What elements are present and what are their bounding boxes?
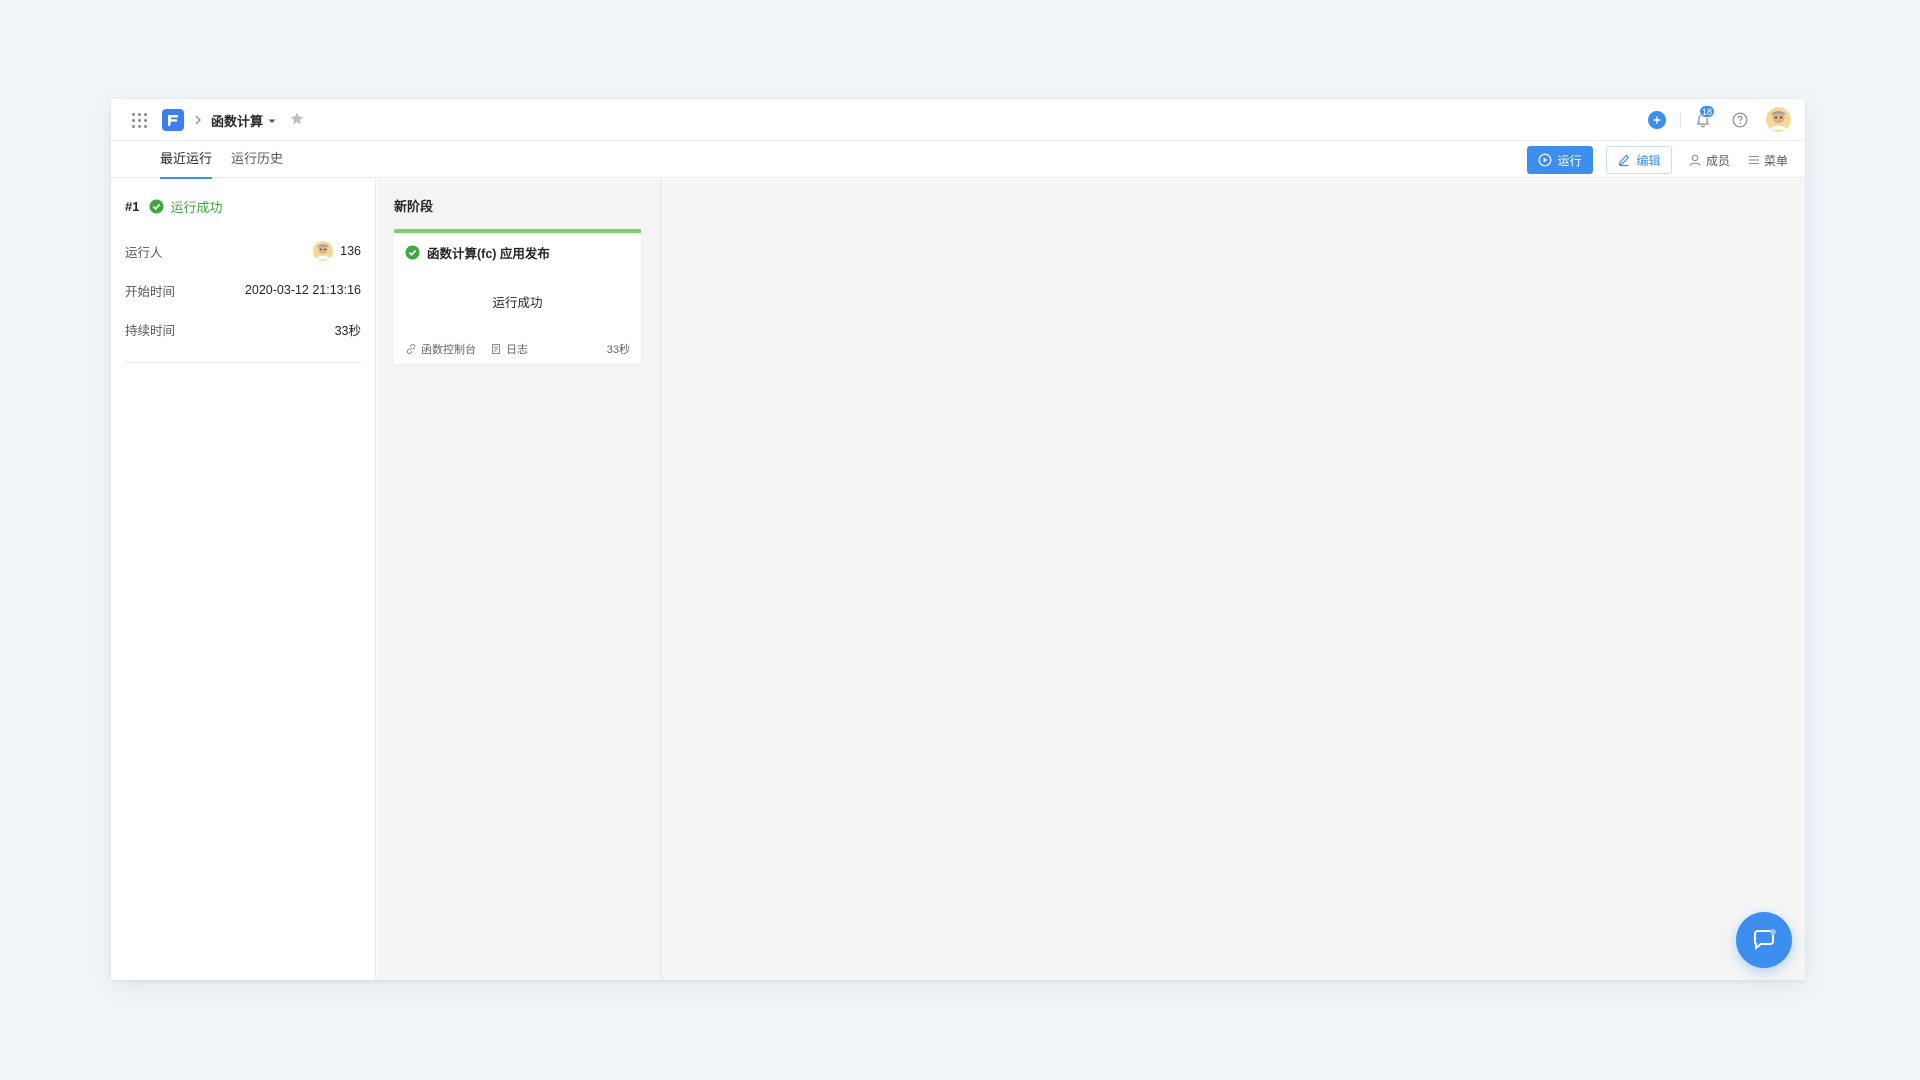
info-row-runner: 运行人 136 (125, 241, 361, 261)
app-window: 函数计算 18 最近运行 运行历史 运行 编辑 成员 菜单 #1 运行成功 运行… (111, 99, 1805, 980)
divider (125, 362, 361, 363)
info-label: 持续时间 (125, 323, 176, 338)
run-info-panel: #1 运行成功 运行人 136 开始时间 2020-03-12 21:13:16… (111, 179, 376, 980)
info-value: 136 (313, 241, 361, 261)
info-label: 开始时间 (125, 284, 176, 299)
pipeline-canvas (663, 179, 1805, 980)
run-button[interactable]: 运行 (1527, 146, 1593, 174)
divider (1680, 112, 1681, 128)
info-row-duration: 持续时间 33秒 (125, 319, 361, 339)
run-header: #1 运行成功 (125, 197, 222, 216)
job-header: 函数计算(fc) 应用发布 (405, 243, 550, 262)
star-icon[interactable] (289, 111, 305, 127)
notification-badge: 18 (1699, 105, 1716, 118)
edit-button-label: 编辑 (1636, 153, 1661, 168)
project-name: 函数计算 (211, 114, 264, 129)
tab-run-history[interactable]: 运行历史 (231, 141, 283, 178)
plus-icon[interactable] (1648, 111, 1666, 129)
link-icon (406, 344, 416, 354)
function-console-label: 函数控制台 (421, 344, 476, 356)
user-icon (1689, 154, 1701, 166)
log-label: 日志 (506, 344, 528, 356)
top-bar: 函数计算 18 (111, 99, 1805, 141)
chat-icon (1754, 929, 1776, 951)
chevron-right-icon (195, 115, 201, 125)
project-switcher[interactable]: 函数计算 (211, 111, 277, 130)
run-status: 运行成功 (149, 197, 222, 216)
function-console-link[interactable]: 函数控制台 (405, 341, 476, 357)
caret-down-icon (268, 119, 276, 123)
help-icon[interactable] (1731, 111, 1749, 129)
run-number: #1 (125, 199, 140, 214)
run-button-label: 运行 (1557, 153, 1582, 168)
chat-button[interactable] (1736, 912, 1792, 968)
document-icon (492, 344, 500, 354)
info-row-start-time: 开始时间 2020-03-12 21:13:16 (125, 280, 361, 300)
info-label: 运行人 (125, 245, 163, 260)
members-button-label: 成员 (1706, 153, 1731, 168)
tab-recent-runs[interactable]: 最近运行 (160, 141, 213, 179)
list-icon (1749, 155, 1759, 165)
logo-icon[interactable] (162, 109, 184, 131)
job-status: 运行成功 (492, 296, 543, 310)
menu-button-label: 菜单 (1764, 153, 1789, 168)
members-button[interactable]: 成员 (1688, 146, 1730, 174)
pencil-icon (1619, 154, 1630, 167)
stage-column: 新阶段 函数计算(fc) 应用发布 运行成功 函数控制台 日志 33秒 (377, 179, 662, 980)
avatar (313, 241, 334, 261)
check-circle-icon (149, 199, 164, 214)
job-duration: 33秒 (606, 344, 630, 356)
job-card[interactable]: 函数计算(fc) 应用发布 运行成功 函数控制台 日志 33秒 (394, 229, 641, 364)
stage-title: 新阶段 (394, 199, 434, 214)
run-status-text: 运行成功 (170, 200, 223, 215)
menu-button[interactable]: 菜单 (1748, 146, 1788, 174)
info-value: 33秒 (334, 323, 361, 338)
job-name: 函数计算(fc) 应用发布 (427, 247, 550, 261)
log-link[interactable]: 日志 (490, 341, 528, 357)
info-value: 2020-03-12 21:13:16 (244, 283, 361, 297)
job-footer: 函数控制台 日志 33秒 (405, 341, 630, 357)
avatar[interactable] (1766, 107, 1791, 132)
play-icon (1539, 153, 1552, 167)
check-circle-icon (405, 245, 420, 260)
edit-button[interactable]: 编辑 (1606, 146, 1672, 174)
apps-grid-icon[interactable] (131, 112, 147, 128)
runner-name: 136 (340, 244, 361, 258)
